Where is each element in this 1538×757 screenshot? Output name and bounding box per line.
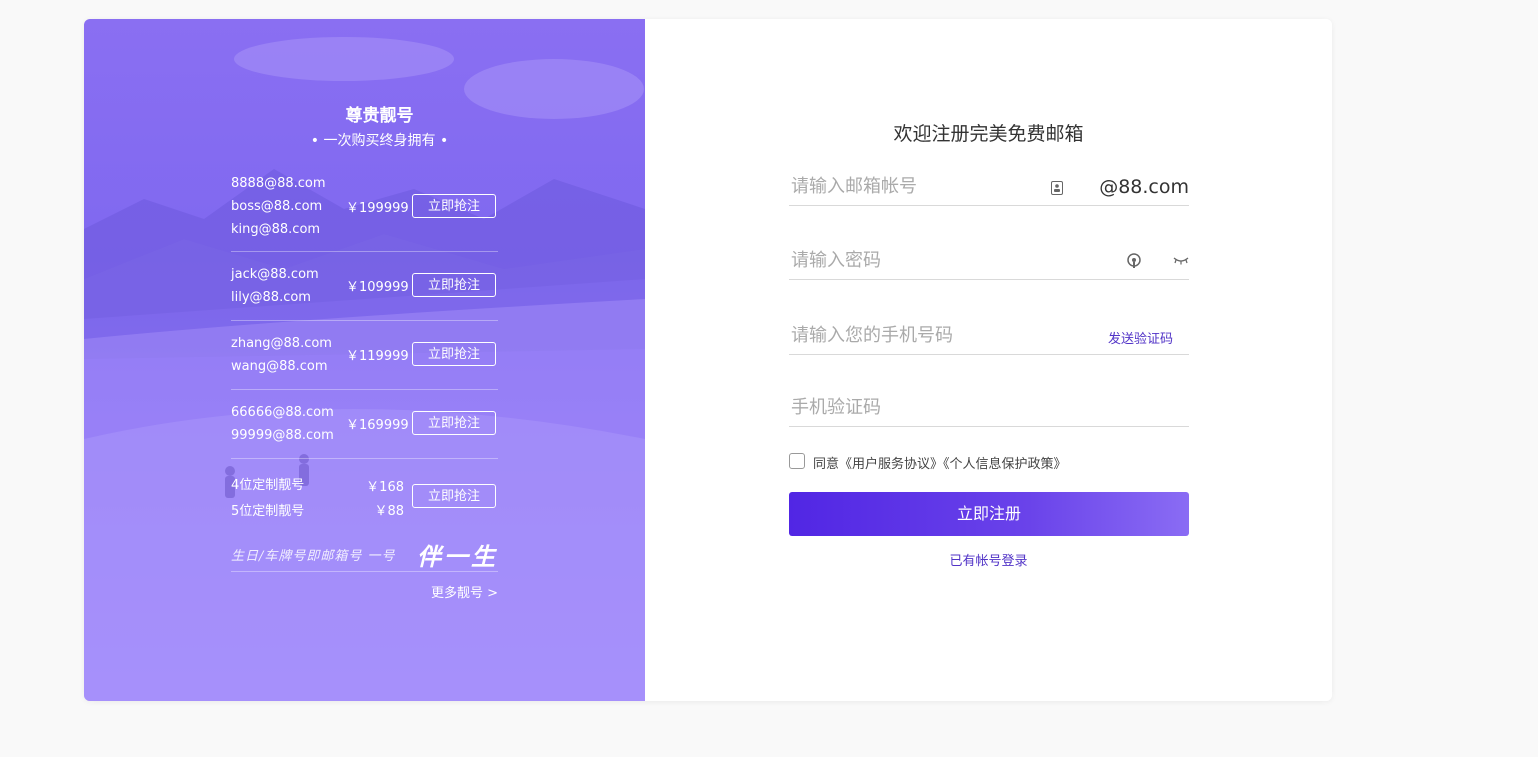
premium-name: 8888@88.com — [231, 176, 326, 191]
premium-price: ￥199999 — [346, 201, 409, 216]
custom-price: ￥168 — [366, 480, 404, 495]
custom-number-group: 4位定制靓号 5位定制靓号 ￥168 ￥88 立即抢注 — [231, 459, 498, 531]
grab-button[interactable]: 立即抢注 — [412, 484, 496, 508]
premium-group: 8888@88.com boss@88.com king@88.com ￥199… — [231, 171, 498, 252]
slogan-right: 伴一生 — [417, 542, 498, 571]
register-card: 尊贵靓号 • 一次购买终身拥有 • 8888@88.com boss@88.co… — [84, 19, 1332, 701]
more-numbers-link[interactable]: 更多靓号 > — [231, 582, 498, 601]
agreement-text[interactable]: 同意《用户服务协议》《个人信息保护政策》 — [813, 453, 1067, 472]
phone-field: 发送验证码 — [789, 318, 1189, 355]
email-input[interactable] — [789, 169, 1043, 203]
register-button[interactable]: 立即注册 — [789, 492, 1189, 536]
premium-price: ￥169999 — [346, 418, 409, 433]
password-input[interactable] — [789, 243, 1043, 277]
slogan-left: 生日/车牌号即邮箱号 一号 — [231, 549, 396, 564]
code-field — [789, 390, 1189, 427]
password-field — [789, 243, 1189, 280]
contact-card-icon[interactable] — [1051, 181, 1063, 195]
premium-price: ￥109999 — [346, 280, 409, 295]
grab-button[interactable]: 立即抢注 — [412, 342, 496, 366]
premium-list: 8888@88.com boss@88.com king@88.com ￥199… — [231, 171, 498, 601]
custom-price: ￥88 — [374, 504, 404, 519]
premium-group: jack@88.com lily@88.com ￥109999 立即抢注 — [231, 252, 498, 321]
login-link[interactable]: 已有帐号登录 — [645, 550, 1332, 569]
premium-price: ￥119999 — [346, 349, 409, 364]
promo-title: 尊贵靓号 — [345, 106, 414, 126]
grab-button[interactable]: 立即抢注 — [412, 273, 496, 297]
form-title: 欢迎注册完美免费邮箱 — [893, 123, 1084, 145]
grab-button[interactable]: 立即抢注 — [412, 411, 496, 435]
promo-subtitle: • 一次购买终身拥有 • — [310, 133, 449, 149]
eye-closed-icon[interactable] — [1173, 257, 1189, 265]
promo-panel: 尊贵靓号 • 一次购买终身拥有 • 8888@88.com boss@88.co… — [84, 19, 645, 701]
code-input[interactable] — [789, 390, 1043, 424]
agreement: 同意《用户服务协议》《个人信息保护政策》 — [789, 453, 1189, 472]
phone-input[interactable] — [789, 318, 1043, 352]
email-field: @88.com — [789, 169, 1189, 206]
grab-button[interactable]: 立即抢注 — [412, 194, 496, 218]
premium-name: king@88.com — [231, 222, 321, 237]
agree-checkbox[interactable] — [789, 453, 805, 469]
premium-group: zhang@88.com wang@88.com ￥119999 立即抢注 — [231, 321, 498, 390]
premium-group: 66666@88.com 99999@88.com ￥169999 立即抢注 — [231, 390, 498, 459]
key-icon[interactable] — [1127, 253, 1141, 269]
email-domain-suffix: @88.com — [1099, 176, 1189, 198]
register-form: 欢迎注册完美免费邮箱 @88.com — [645, 19, 1332, 701]
send-code-button[interactable]: 发送验证码 — [1108, 328, 1173, 347]
slogan: 生日/车牌号即邮箱号 一号 伴一生 — [231, 531, 498, 572]
